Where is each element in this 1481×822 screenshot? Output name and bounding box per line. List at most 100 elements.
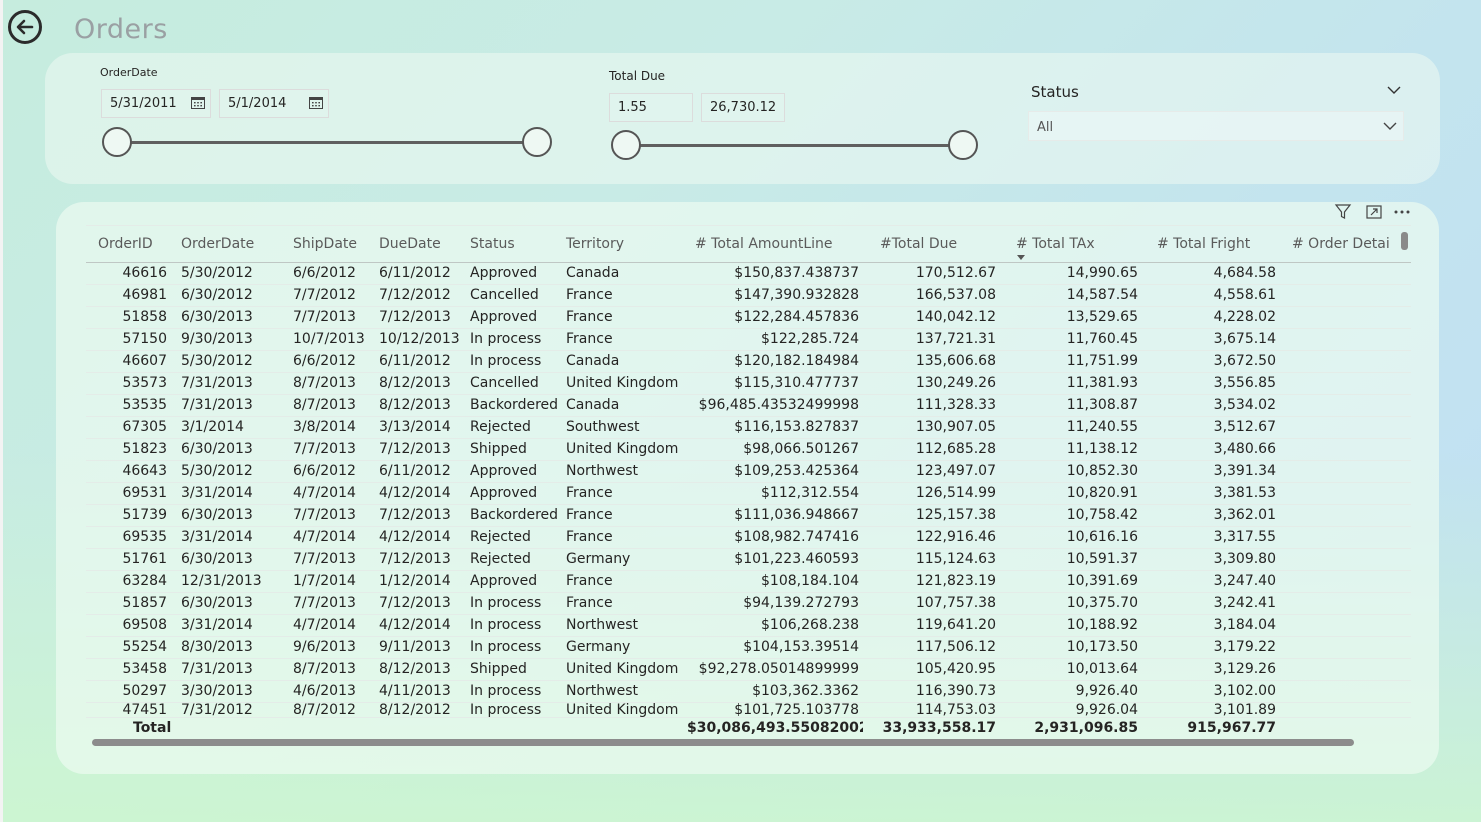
cell-total-fright: 3,101.89 [1142, 702, 1280, 718]
cell-duedate: 8/12/2013 [377, 394, 468, 417]
column-header-orderid[interactable]: OrderID [86, 226, 173, 263]
cell-territory: Northwest [564, 680, 685, 703]
cell-shipdate: 3/8/2014 [291, 416, 377, 439]
cell-duedate: 3/13/2014 [377, 416, 468, 439]
cell-total-due: 125,157.38 [863, 504, 1000, 527]
cell-orderdate: 6/30/2013 [173, 592, 291, 615]
table-row[interactable]: 51858 6/30/2013 7/7/2013 7/12/2013 Approved F… [86, 306, 1411, 329]
status-dropdown[interactable]: All [1028, 111, 1404, 141]
cell-orderid: 69508 [86, 614, 173, 637]
total-due-max-value: 26,730.12 [710, 100, 777, 115]
column-header-shipdate[interactable]: ShipDate [291, 226, 377, 263]
table-row[interactable]: 53458 7/31/2013 8/7/2013 8/12/2013 Shipped Un… [86, 658, 1411, 681]
table-row[interactable]: 55254 8/30/2013 9/6/2013 9/11/2013 In proces… [86, 636, 1411, 659]
cell-total-due: 114,753.03 [863, 702, 1000, 718]
back-arrow-icon [16, 19, 34, 35]
table-row[interactable]: 69531 3/31/2014 4/7/2014 4/12/2014 Approved F… [86, 482, 1411, 505]
table-row[interactable]: 51823 6/30/2013 7/7/2013 7/12/2013 Shipped Un… [86, 438, 1411, 461]
table-row[interactable]: 51761 6/30/2013 7/7/2013 7/12/2013 Rejected G… [86, 548, 1411, 571]
focus-mode-icon[interactable] [1365, 203, 1383, 221]
cell-orderid: 50297 [86, 680, 173, 703]
cell-total-fright: 3,391.34 [1142, 460, 1280, 483]
back-button[interactable] [8, 10, 42, 44]
table-row[interactable]: 53535 7/31/2013 8/7/2013 8/12/2013 Backorder… [86, 394, 1411, 417]
cell-status: In process [468, 592, 564, 615]
total-due-slider-min-handle[interactable] [611, 130, 641, 160]
column-header-total-tax[interactable]: # Total TAx [1000, 226, 1142, 263]
cell-shipdate: 10/7/2013 [291, 328, 377, 351]
cell-orderid: 63284 [86, 570, 173, 593]
table-row[interactable]: 51739 6/30/2013 7/7/2013 7/12/2013 Backorder… [86, 504, 1411, 527]
cell-duedate: 8/12/2013 [377, 658, 468, 681]
column-header-duedate[interactable]: DueDate [377, 226, 468, 263]
cell-total-amountline: $94,139.272793 [685, 592, 863, 615]
cell-territory: Northwest [564, 614, 685, 637]
cell-status: In process [468, 702, 564, 718]
cell-total-tax: 13,529.65 [1000, 306, 1142, 329]
column-header-total-due[interactable]: #Total Due [863, 226, 1000, 263]
column-header-territory[interactable]: Territory [564, 226, 685, 263]
column-header-status[interactable]: Status [468, 226, 564, 263]
cell-total-tax: 11,138.12 [1000, 438, 1142, 461]
cell-total-due: 116,390.73 [863, 680, 1000, 703]
chevron-down-icon[interactable] [1387, 86, 1401, 95]
table-row[interactable]: 53573 7/31/2013 8/7/2013 8/12/2013 Cancelled… [86, 372, 1411, 395]
table-row[interactable]: 69535 3/31/2014 4/7/2014 4/12/2014 Rejected F… [86, 526, 1411, 549]
cell-shipdate: 8/7/2013 [291, 372, 377, 395]
cell-duedate: 4/11/2013 [377, 680, 468, 703]
total-due-min-input[interactable]: 1.55 [609, 93, 693, 122]
calendar-icon[interactable] [309, 96, 323, 109]
cell-total-fright: 3,309.80 [1142, 548, 1280, 571]
column-header-order-detail[interactable]: # Order Detai [1280, 226, 1411, 263]
cell-total-amountline: $92,278.05014899999 [685, 658, 863, 681]
vertical-scrollbar-thumb[interactable] [1401, 232, 1408, 250]
cell-orderdate: 3/31/2014 [173, 482, 291, 505]
cell-duedate: 6/11/2012 [377, 350, 468, 373]
table-row[interactable]: 46607 5/30/2012 6/6/2012 6/11/2012 In proces… [86, 350, 1411, 373]
order-date-slider-max-handle[interactable] [522, 127, 552, 157]
total-due-slider-track[interactable] [626, 144, 964, 147]
cell-status: Approved [468, 482, 564, 505]
total-due-max-input[interactable]: 26,730.12 [701, 93, 785, 122]
cell-territory: Germany [564, 548, 685, 571]
cell-territory: Southwest [564, 416, 685, 439]
cell-shipdate: 8/7/2013 [291, 394, 377, 417]
cell-territory: United Kingdom [564, 702, 685, 718]
cell-orderdate: 5/30/2012 [173, 262, 291, 285]
table-row[interactable]: 57150 9/30/2013 10/7/2013 10/12/2013 In proc… [86, 328, 1411, 351]
column-header-total-amountline[interactable]: # Total AmountLine [685, 226, 863, 263]
table-row[interactable]: 67305 3/1/2014 3/8/2014 3/13/2014 Rejected So… [86, 416, 1411, 439]
cell-total-amountline: $98,066.501267 [685, 438, 863, 461]
cell-total-amountline: $120,182.184984 [685, 350, 863, 373]
filter-icon[interactable] [1334, 203, 1352, 221]
order-date-slider-track[interactable] [117, 141, 537, 144]
order-date-label: OrderDate [100, 66, 158, 79]
cell-territory: United Kingdom [564, 372, 685, 395]
total-tax-value: 2,931,096.85 [1000, 716, 1142, 739]
column-header-total-fright[interactable]: # Total Fright [1142, 226, 1280, 263]
cell-orderid: 67305 [86, 416, 173, 439]
left-edge-strip [0, 0, 3, 822]
cell-territory: Canada [564, 350, 685, 373]
cell-total-due: 121,823.19 [863, 570, 1000, 593]
column-header-orderdate[interactable]: OrderDate [173, 226, 291, 263]
cell-total-due: 140,042.12 [863, 306, 1000, 329]
total-label: Total [86, 716, 291, 739]
table-row[interactable]: 46643 5/30/2012 6/6/2012 6/11/2012 Approved N… [86, 460, 1411, 483]
calendar-icon[interactable] [191, 96, 205, 109]
cell-status: Cancelled [468, 372, 564, 395]
cell-total-tax: 10,013.64 [1000, 658, 1142, 681]
table-row[interactable]: 50297 3/30/2013 4/6/2013 4/11/2013 In proces… [86, 680, 1411, 703]
cell-shipdate: 7/7/2013 [291, 548, 377, 571]
table-row[interactable]: 46981 6/30/2012 7/7/2012 7/12/2012 Cancelled… [86, 284, 1411, 307]
order-date-slider-min-handle[interactable] [102, 127, 132, 157]
more-options-icon[interactable] [1393, 203, 1411, 221]
total-due-slider-max-handle[interactable] [948, 130, 978, 160]
table-row[interactable]: 69508 3/31/2014 4/7/2014 4/12/2014 In proces… [86, 614, 1411, 637]
cell-duedate: 4/12/2014 [377, 614, 468, 637]
table-row[interactable]: 51857 6/30/2013 7/7/2013 7/12/2013 In proces… [86, 592, 1411, 615]
table-row[interactable]: 46616 5/30/2012 6/6/2012 6/11/2012 Approved C… [86, 262, 1411, 285]
table-row[interactable]: 63284 12/31/2013 1/7/2014 1/12/2014 Approved… [86, 570, 1411, 593]
horizontal-scrollbar-thumb[interactable] [92, 739, 1354, 746]
table-row[interactable]: 47451 7/31/2012 8/7/2012 8/12/2012 In proces… [86, 702, 1411, 718]
